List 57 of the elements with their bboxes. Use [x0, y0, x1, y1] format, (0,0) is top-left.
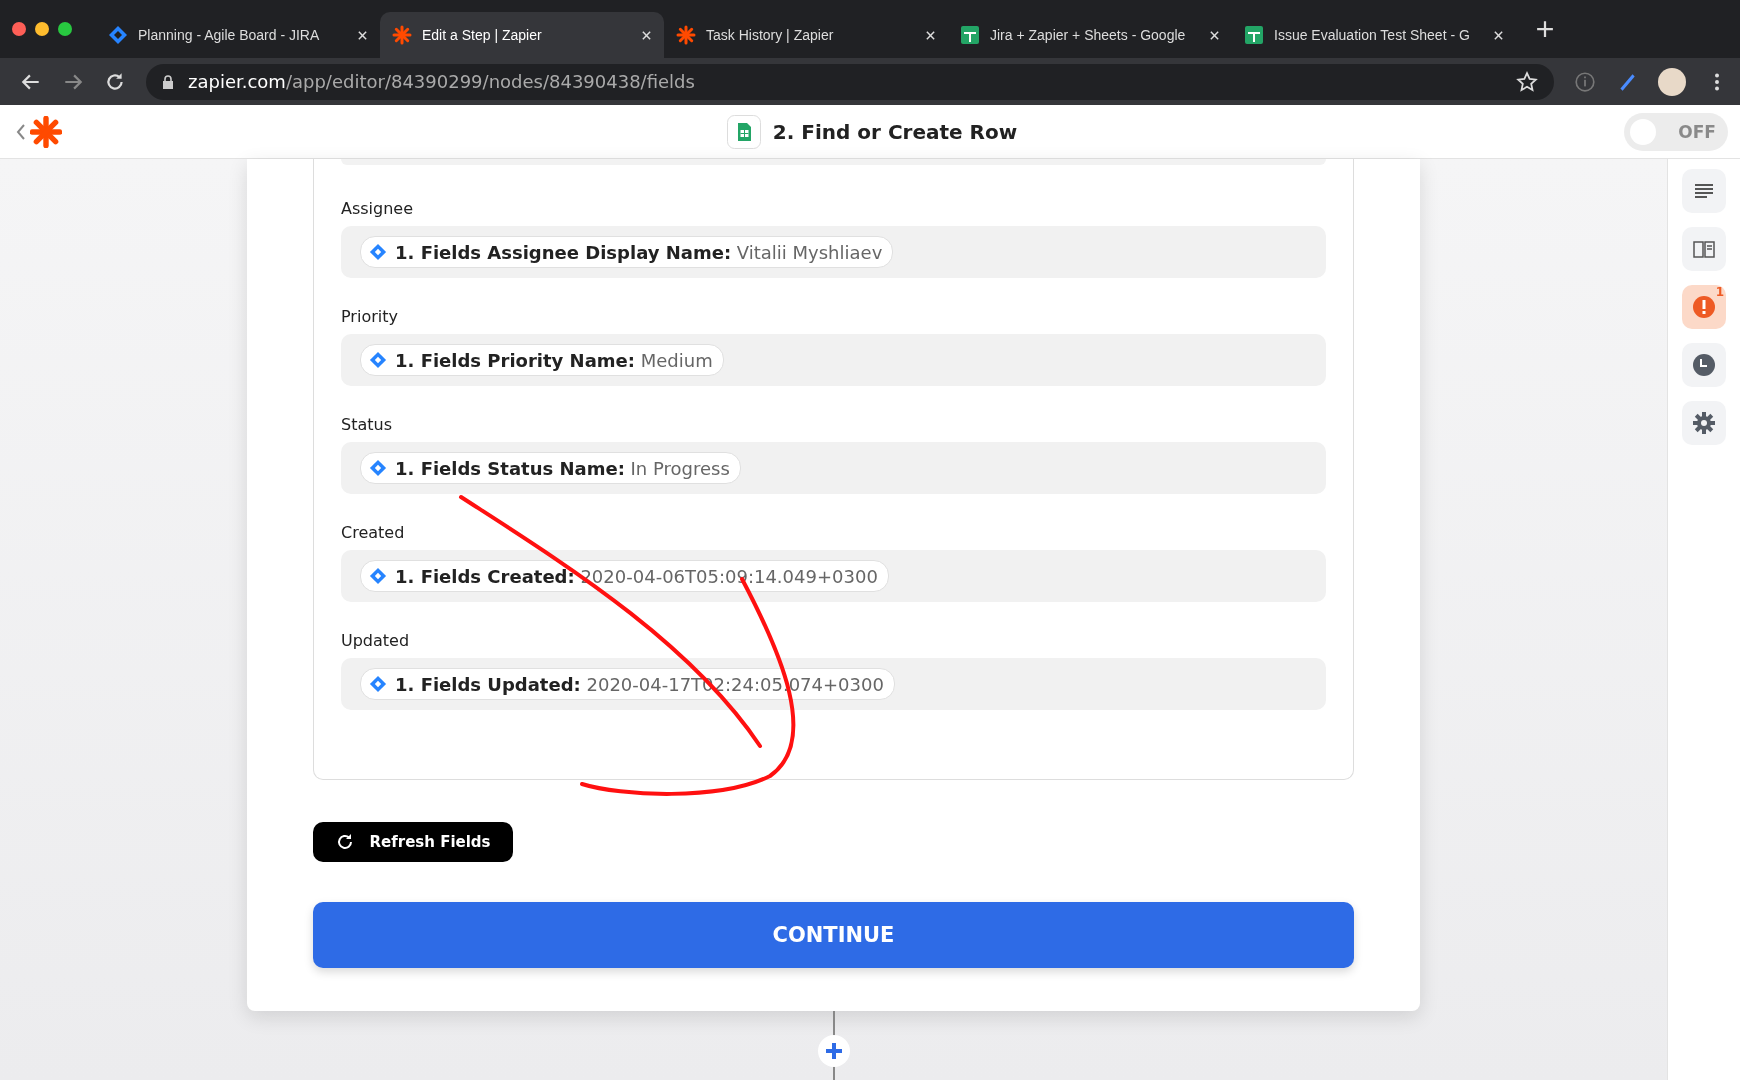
browser-tab[interactable]: Issue Evaluation Test Sheet - G	[1232, 12, 1516, 58]
mapped-value-pill[interactable]: 1. Fields Priority Name: Medium	[360, 344, 724, 376]
field-label: Status	[341, 415, 393, 434]
input-field[interactable]: 1. Fields Priority Name: Medium	[341, 334, 1326, 386]
browser-tab[interactable]: Task History | Zapier	[664, 12, 948, 58]
star-icon[interactable]	[1516, 70, 1538, 93]
close-tab-icon[interactable]	[925, 29, 936, 41]
close-tab-icon[interactable]	[1209, 29, 1220, 41]
close-tab-icon[interactable]	[641, 29, 652, 41]
spreadsheet-icon	[726, 114, 761, 149]
field-label: Created	[341, 523, 406, 542]
input-field[interactable]: 1. Fields Status Name: In Progress	[341, 442, 1326, 494]
clock-icon	[1692, 353, 1716, 377]
spreadsheet-icon	[1244, 25, 1264, 45]
input-field[interactable]: 1. Fields Assignee Display Name: Vitalii Myshliaev	[341, 226, 1326, 278]
minimize-window-icon[interactable]	[35, 22, 49, 36]
input-field[interactable]	[341, 159, 1326, 165]
diamond-icon	[369, 243, 387, 261]
exclamation-icon	[1692, 295, 1716, 319]
sidebar-button[interactable]	[1682, 169, 1726, 213]
mapped-value-pill[interactable]: 1. Fields Status Name: In Progress	[360, 452, 741, 484]
close-tab-icon[interactable]	[1493, 29, 1504, 41]
close-tab-icon[interactable]	[357, 29, 368, 41]
field-label: Assignee	[341, 199, 415, 218]
step-title: 2. Find or Create Row	[772, 119, 1018, 144]
add-step-icon[interactable]	[817, 1034, 851, 1068]
diamond-icon	[108, 25, 128, 45]
field-label: Updated	[341, 631, 411, 650]
lock-icon	[162, 74, 174, 89]
maximize-window-icon[interactable]	[58, 22, 72, 36]
diamond-icon	[369, 675, 387, 693]
browser-tab[interactable]: Jira + Zapier + Sheets - Google	[948, 12, 1232, 58]
asterisk-icon	[676, 25, 696, 45]
input-field[interactable]: 1. Fields Created: 2020-04-06T05:09:14.049+0300	[341, 550, 1326, 602]
info-icon[interactable]	[1574, 70, 1596, 93]
sidebar-button[interactable]	[1682, 227, 1726, 271]
diamond-icon	[369, 459, 387, 477]
mapped-value-pill[interactable]: 1. Fields Created: 2020-04-06T05:09:14.049+0300	[360, 560, 889, 592]
address-bar[interactable]: zapier.com/app/editor/84390299/nodes/84390438/fields	[146, 63, 1554, 100]
asterisk-icon	[392, 25, 412, 45]
avatar[interactable]	[1658, 67, 1686, 96]
continue-button[interactable]: CONTINUE	[313, 902, 1354, 968]
browser-tab[interactable]: Edit a Step | Zapier	[380, 12, 664, 58]
diamond-icon	[369, 567, 387, 585]
browser-tab[interactable]: Planning - Agile Board - JIRA	[96, 12, 380, 58]
refresh-fields-button[interactable]: Refresh Fields	[313, 822, 513, 862]
new-tab-icon[interactable]	[1536, 20, 1554, 38]
mapped-value-pill[interactable]: 1. Fields Assignee Display Name: Vitalii Myshliaev	[360, 236, 894, 268]
spreadsheet-icon	[960, 25, 980, 45]
sidebar-button[interactable]	[1682, 401, 1726, 445]
sidebar-button[interactable]	[1682, 343, 1726, 387]
asterisk-logo-icon[interactable]	[30, 115, 62, 148]
count-label: 1	[1715, 285, 1724, 299]
field-label: Priority	[341, 307, 399, 326]
close-window-icon[interactable]	[12, 22, 26, 36]
reload-icon[interactable]	[104, 70, 126, 93]
diamond-icon	[369, 351, 387, 369]
